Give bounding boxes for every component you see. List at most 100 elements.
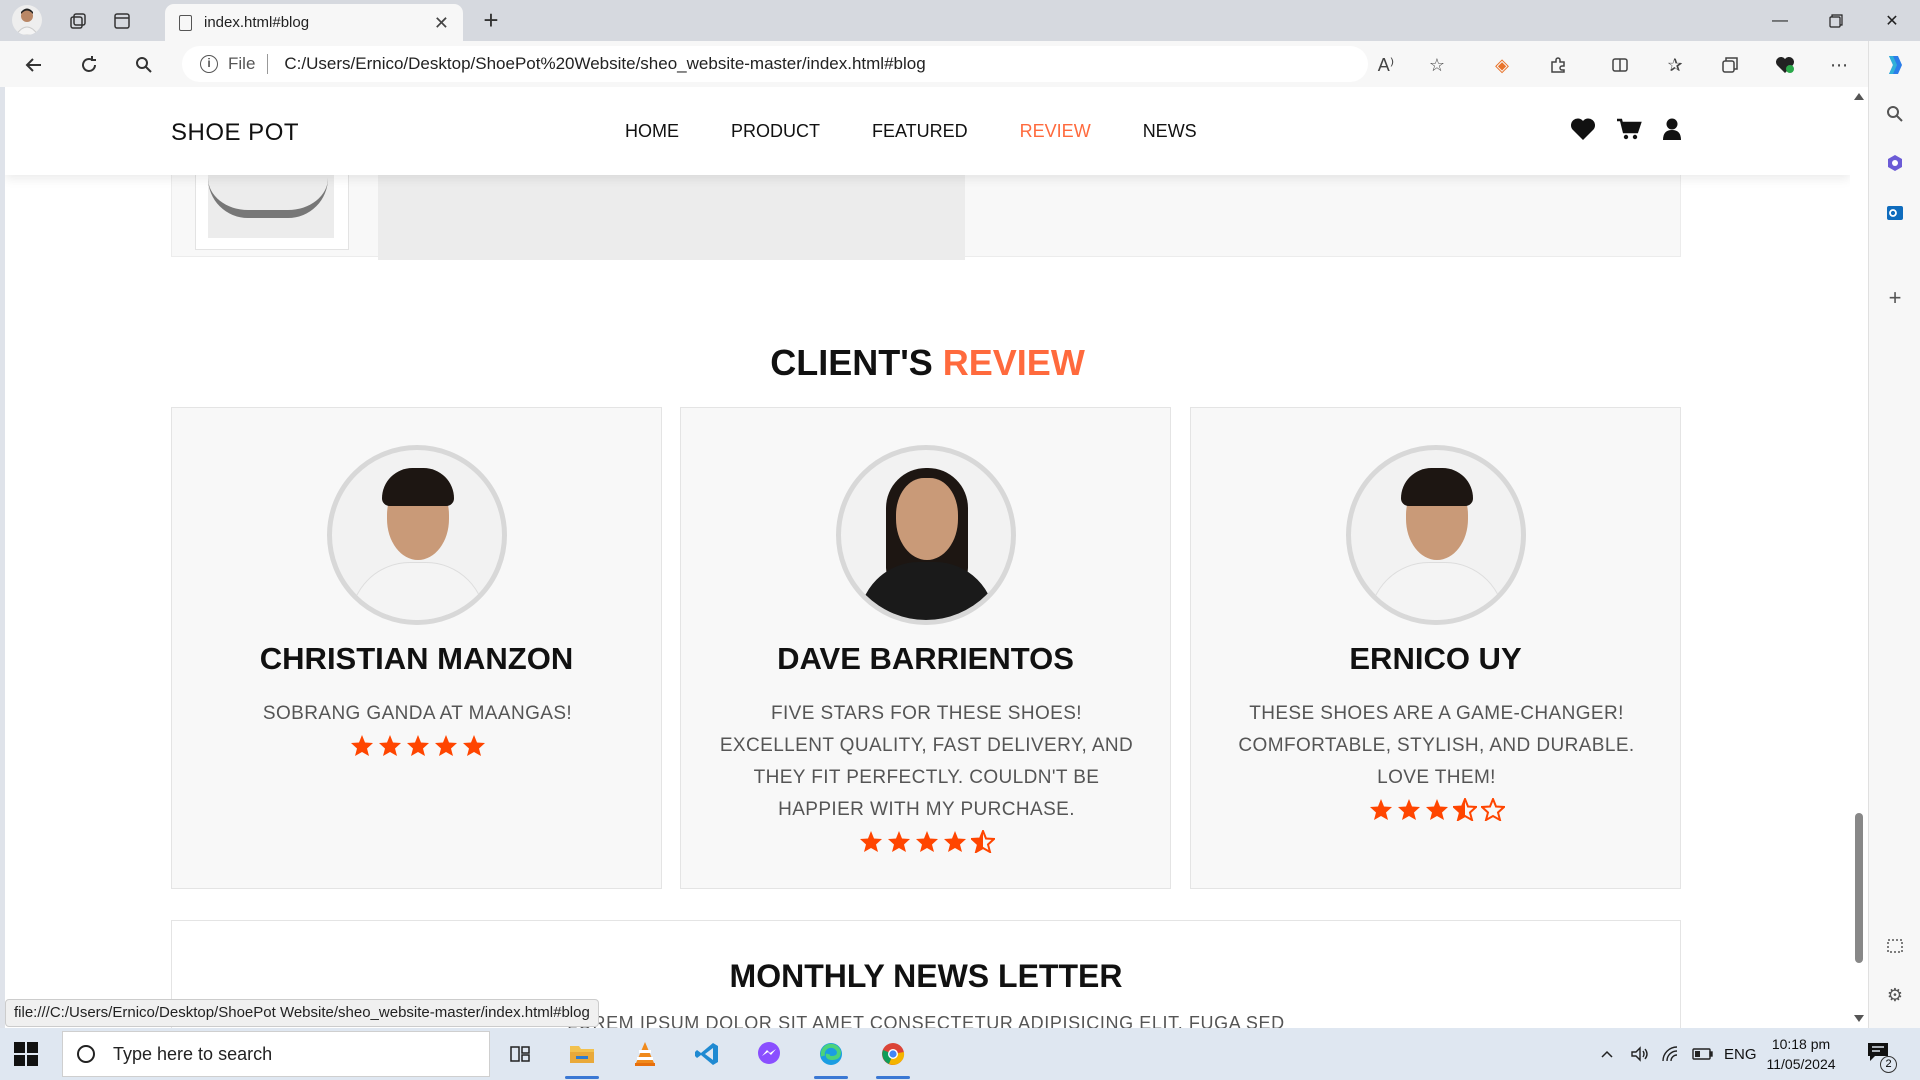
workspaces-icon[interactable] — [62, 6, 94, 36]
reviewer-avatar — [836, 445, 1016, 625]
tab-active[interactable]: index.html#blog ✕ — [165, 4, 463, 41]
nav-review[interactable]: REVIEW — [1020, 121, 1091, 142]
star-icon — [887, 829, 911, 859]
nav-home[interactable]: HOME — [625, 121, 679, 142]
star-icon — [462, 733, 486, 763]
read-aloud-icon[interactable]: A⁾ — [1374, 53, 1398, 77]
network-icon[interactable] — [1661, 1028, 1681, 1080]
outlook-icon[interactable] — [1881, 199, 1909, 227]
site-logo[interactable]: SHOE POT — [171, 119, 299, 147]
star-rating — [711, 828, 1142, 860]
profile-avatar[interactable] — [12, 5, 42, 35]
add-sidebar-app-icon[interactable]: + — [1881, 284, 1909, 312]
nav-news[interactable]: NEWS — [1143, 121, 1197, 142]
vscode-icon[interactable] — [687, 1034, 727, 1074]
user-icon[interactable] — [1662, 117, 1682, 148]
star-icon — [915, 829, 939, 859]
reviewer-avatar — [1346, 445, 1526, 625]
page-icon — [179, 14, 192, 31]
screenshot-icon[interactable] — [1881, 933, 1909, 961]
review-card: ERNICO UY THESE SHOES ARE A GAME-CHANGER… — [1190, 407, 1681, 889]
battery-icon[interactable] — [1692, 1028, 1714, 1080]
star-icon — [1397, 797, 1421, 827]
reviewer-avatar — [327, 445, 507, 625]
star-icon — [350, 733, 374, 763]
windows-taskbar: Type here to search ENG 10:18 pm 11/05/2… — [0, 1028, 1920, 1080]
messenger-icon[interactable] — [749, 1034, 789, 1074]
vertical-tabs-icon[interactable] — [106, 6, 138, 36]
back-button[interactable] — [17, 48, 51, 82]
refresh-button[interactable] — [72, 48, 106, 82]
review-text: FIVE STARS FOR THESE SHOES! EXCELLENT QU… — [719, 703, 1134, 820]
taskbar-search[interactable]: Type here to search — [62, 1031, 490, 1077]
scroll-up-arrow[interactable] — [1854, 93, 1864, 100]
nav-product[interactable]: PRODUCT — [731, 121, 820, 142]
product-placeholder-block — [378, 167, 965, 260]
scroll-down-arrow[interactable] — [1854, 1015, 1864, 1022]
edge-sidebar: + ⚙ — [1868, 41, 1920, 1028]
new-tab-button[interactable]: + — [475, 5, 507, 37]
notification-count-badge: 2 — [1880, 1056, 1897, 1073]
sidebar-settings-icon[interactable]: ⚙ — [1881, 981, 1909, 1009]
taskbar-clock[interactable]: 10:18 pm 11/05/2024 — [1764, 1034, 1838, 1074]
star-icon — [943, 829, 967, 859]
minimize-button[interactable]: — — [1752, 0, 1808, 41]
newsletter-title: MONTHLY NEWS LETTER — [729, 958, 1123, 994]
sidebar-search-icon[interactable] — [1881, 100, 1909, 128]
close-window-button[interactable]: ✕ — [1864, 0, 1920, 41]
task-view-icon[interactable] — [500, 1034, 540, 1074]
tab-title: index.html#blog — [204, 14, 310, 31]
sidebar-tools-icon[interactable] — [1881, 149, 1909, 177]
product-thumbnail[interactable] — [195, 167, 349, 250]
review-text-block: FIVE STARS FOR THESE SHOES! EXCELLENT QU… — [711, 698, 1142, 860]
clock-date: 11/05/2024 — [1766, 1056, 1836, 1072]
heart-icon[interactable] — [1570, 117, 1596, 148]
status-bar-link: file:///C:/Users/Ernico/Desktop/ShoePot … — [5, 999, 599, 1027]
browser-essentials-icon[interactable] — [1773, 53, 1797, 77]
cart-icon[interactable] — [1616, 117, 1642, 148]
language-indicator[interactable]: ENG — [1724, 1028, 1757, 1080]
vlc-icon[interactable] — [625, 1034, 665, 1074]
review-text: SOBRANG GANDA AT MAANGAS! — [262, 703, 573, 724]
scroll-thumb[interactable] — [1855, 813, 1863, 963]
favorites-icon[interactable]: ✰ — [1663, 53, 1687, 77]
reviews-title-accent: REVIEW — [942, 342, 1085, 383]
edge-icon[interactable] — [811, 1034, 851, 1079]
browser-toolbar: i File C:/Users/Ernico/Desktop/ShoePot%2… — [0, 41, 1920, 87]
header-icons — [1570, 117, 1682, 148]
restore-button[interactable] — [1808, 0, 1864, 41]
star-icon — [1369, 797, 1393, 827]
file-explorer-icon[interactable] — [562, 1034, 602, 1079]
review-card: DAVE BARRIENTOS FIVE STARS FOR THESE SHO… — [680, 407, 1171, 889]
extension-shield-icon[interactable]: ◈ — [1490, 53, 1514, 77]
page-scrollbar[interactable] — [1850, 87, 1868, 1028]
star-rating — [202, 732, 633, 764]
show-hidden-icons[interactable] — [1600, 1028, 1614, 1080]
star-rating — [1221, 796, 1652, 828]
browser-titlebar: index.html#blog ✕ + — ✕ — [0, 0, 1920, 41]
close-tab-icon[interactable]: ✕ — [434, 13, 449, 34]
extensions-puzzle-icon[interactable] — [1546, 53, 1570, 77]
star-icon — [406, 733, 430, 763]
split-screen-icon[interactable] — [1608, 53, 1632, 77]
collections-icon[interactable] — [1718, 53, 1742, 77]
address-bar[interactable]: i File C:/Users/Ernico/Desktop/ShoePot%2… — [182, 46, 1368, 82]
review-text-block: THESE SHOES ARE A GAME-CHANGER! COMFORTA… — [1221, 698, 1652, 828]
site-header: SHOE POT HOME PRODUCT FEATURED REVIEW NE… — [5, 87, 1850, 175]
reviewer-name: ERNICO UY — [1349, 641, 1522, 676]
copilot-icon[interactable] — [1881, 51, 1909, 79]
more-menu-icon[interactable]: ⋯ — [1827, 53, 1851, 77]
star-icon — [434, 733, 458, 763]
windows-start-icon[interactable] — [14, 1042, 38, 1066]
info-icon[interactable]: i — [200, 55, 218, 73]
search-icon[interactable] — [127, 48, 161, 82]
chrome-icon[interactable] — [873, 1034, 913, 1079]
clock-time: 10:18 pm — [1771, 1036, 1831, 1052]
nav-featured[interactable]: FEATURED — [872, 121, 968, 142]
address-prefix: File — [228, 54, 256, 73]
page-viewport: SHOE POT HOME PRODUCT FEATURED REVIEW NE… — [5, 87, 1850, 1028]
volume-icon[interactable] — [1630, 1028, 1650, 1080]
star-icon — [1451, 796, 1478, 827]
url-text[interactable]: C:/Users/Ernico/Desktop/ShoePot%20Websit… — [284, 54, 925, 74]
favorite-star-icon[interactable]: ☆ — [1425, 53, 1449, 77]
